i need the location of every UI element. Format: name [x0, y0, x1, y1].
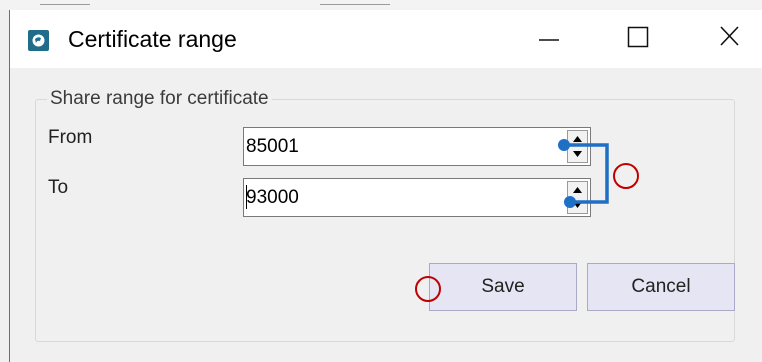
maximize-icon: [627, 26, 649, 48]
background-window-strip: [0, 0, 762, 10]
cancel-button[interactable]: Cancel: [587, 263, 735, 311]
from-spin-buttons[interactable]: [567, 130, 588, 163]
minimize-icon: [539, 39, 559, 41]
arrow-down-icon: [573, 151, 582, 157]
arrow-up-icon: [573, 187, 582, 193]
dialog-title: Certificate range: [68, 26, 237, 52]
app-icon: [28, 30, 49, 51]
from-spin-down-button[interactable]: [568, 147, 587, 162]
from-label: From: [48, 127, 93, 148]
from-spinbox[interactable]: 85001: [243, 127, 591, 166]
to-label: To: [48, 177, 69, 198]
background-window-edge: [40, 0, 90, 5]
arrow-down-icon: [573, 202, 582, 208]
text-caret: [246, 185, 247, 209]
to-spinbox[interactable]: 93000: [243, 178, 591, 217]
from-value: 85001: [246, 136, 299, 157]
to-value: 93000: [246, 187, 299, 208]
save-button[interactable]: Save: [429, 263, 577, 311]
from-spin-up-button[interactable]: [568, 131, 587, 146]
close-button[interactable]: [706, 10, 752, 68]
minimize-button[interactable]: [525, 10, 571, 68]
maximize-button[interactable]: [615, 10, 661, 68]
to-spin-up-button[interactable]: [568, 182, 587, 197]
arrow-up-icon: [573, 136, 582, 142]
close-icon: [720, 26, 739, 46]
title-bar[interactable]: Certificate range: [10, 10, 762, 68]
to-spin-buttons[interactable]: [567, 181, 588, 214]
background-window-edge: [320, 0, 390, 5]
groupbox-legend: Share range for certificate: [47, 88, 272, 110]
to-spin-down-button[interactable]: [568, 198, 587, 213]
certificate-range-dialog: Certificate range Share range for certif…: [9, 10, 762, 362]
